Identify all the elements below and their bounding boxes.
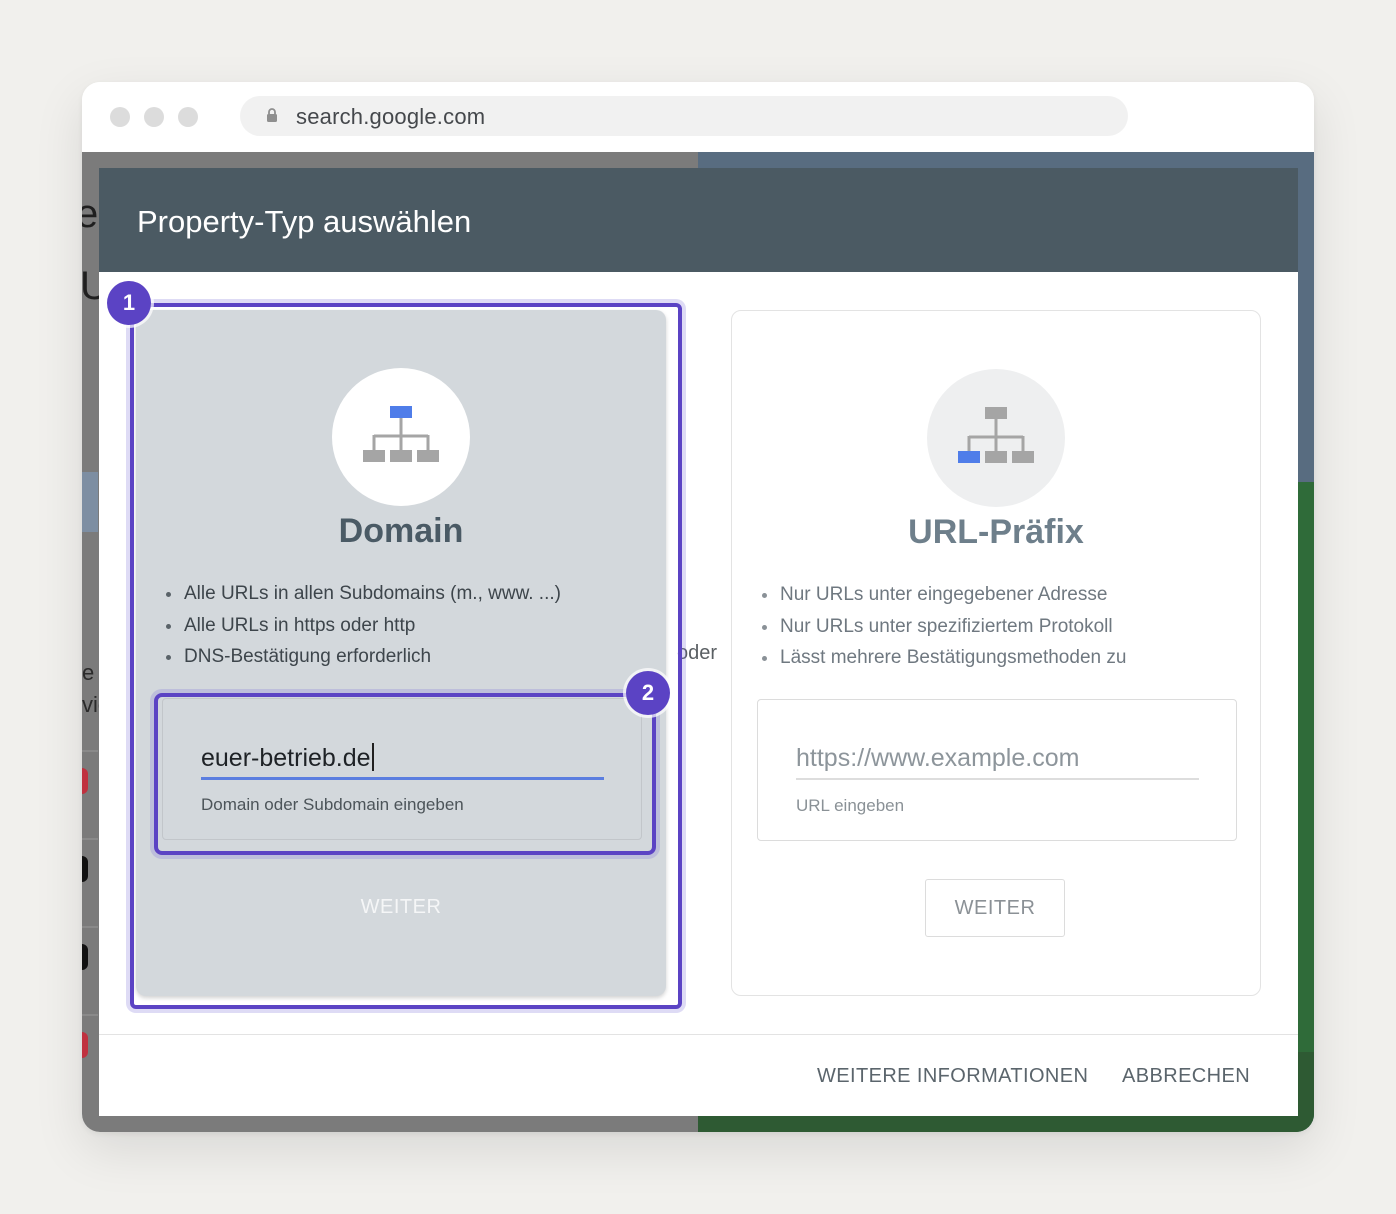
- input-underline: [796, 778, 1199, 780]
- list-item: Lässt mehrere Bestätigungsmethoden zu: [760, 642, 1126, 674]
- address-bar-url: search.google.com: [296, 104, 486, 129]
- dialog-title: Property-Typ auswählen: [137, 204, 472, 239]
- url-prefix-icon-circle: [927, 369, 1065, 507]
- background-divider: [82, 750, 98, 752]
- maximize-window-button[interactable]: [178, 107, 198, 127]
- url-input-container[interactable]: https://www.example.com URL eingeben: [757, 699, 1237, 841]
- url-input[interactable]: https://www.example.com: [796, 744, 1079, 773]
- step-badge-1: 1: [107, 281, 151, 325]
- cancel-button[interactable]: ABBRECHEN: [1122, 1065, 1250, 1088]
- background-divider: [82, 838, 98, 840]
- background-avatar: [82, 1032, 88, 1058]
- address-bar[interactable]: search.google.com: [240, 96, 1128, 136]
- background-strip: [82, 472, 98, 532]
- background-avatar: [82, 944, 88, 970]
- highlight-domain-card: [130, 303, 682, 1009]
- background-avatar: [82, 856, 88, 882]
- background-divider: [82, 1014, 98, 1016]
- more-info-button[interactable]: WEITERE INFORMATIONEN: [817, 1065, 1088, 1088]
- footer-divider: [99, 1034, 1298, 1035]
- sitemap-icon: [958, 407, 1034, 463]
- step-badge-2: 2: [626, 671, 670, 715]
- minimize-window-button[interactable]: [144, 107, 164, 127]
- background-text-fragment: e: [82, 192, 99, 236]
- url-prefix-continue-button[interactable]: WEITER: [925, 879, 1065, 937]
- dialog-header: Property-Typ auswählen: [99, 168, 1298, 272]
- highlight-domain-input: [154, 693, 656, 855]
- background-text-fragment: e: [82, 660, 95, 685]
- list-item: Nur URLs unter spezifiziertem Protokoll: [760, 611, 1126, 643]
- background-avatar: [82, 768, 88, 794]
- url-prefix-card-title: URL-Präfix: [908, 513, 1084, 551]
- close-window-button[interactable]: [110, 107, 130, 127]
- url-prefix-feature-list: Nur URLs unter eingegebener Adresse Nur …: [760, 579, 1126, 674]
- or-separator: oder: [677, 642, 718, 664]
- background-divider: [82, 926, 98, 928]
- url-input-hint: URL eingeben: [796, 796, 905, 815]
- lock-icon: [267, 108, 277, 122]
- list-item: Nur URLs unter eingegebener Adresse: [760, 579, 1126, 611]
- url-prefix-card[interactable]: URL-Präfix Nur URLs unter eingegebener A…: [731, 310, 1261, 996]
- browser-toolbar: search.google.com: [82, 82, 1314, 152]
